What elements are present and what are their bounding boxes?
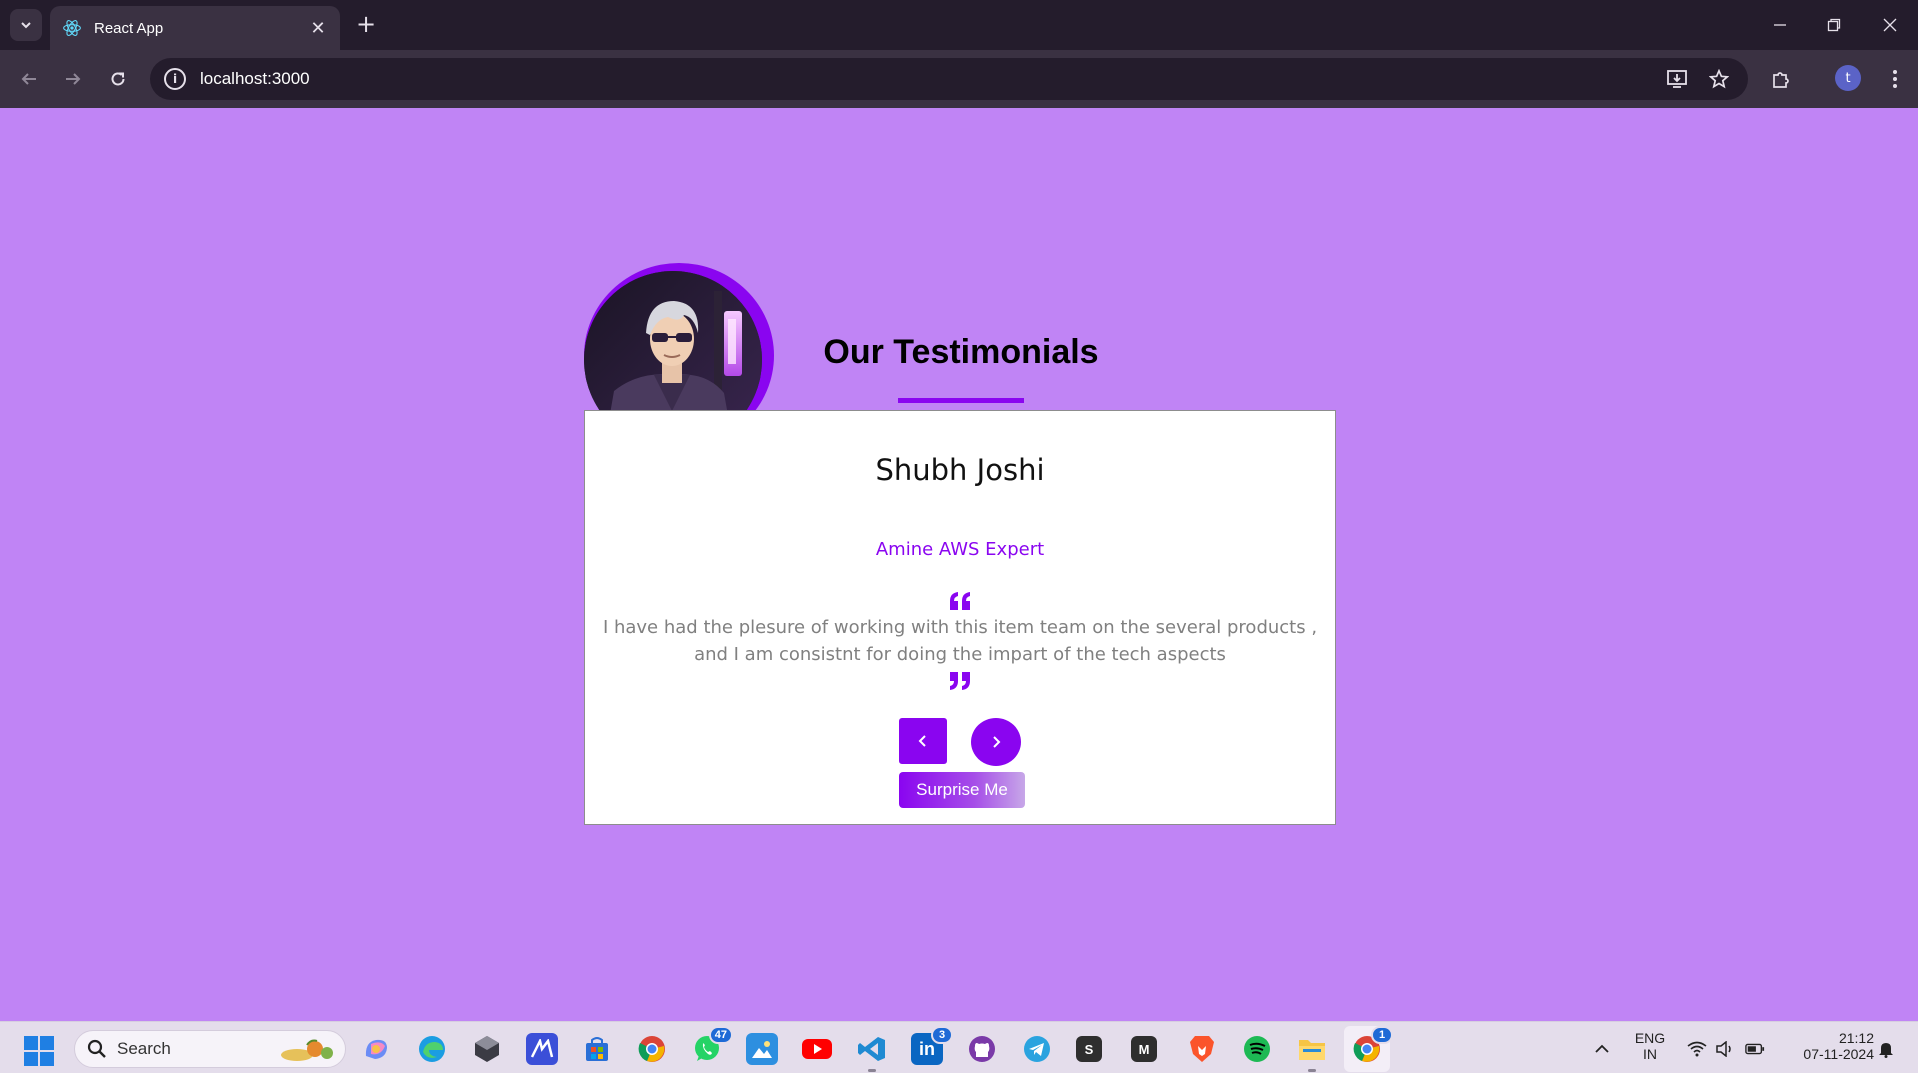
photos-icon[interactable] [746,1033,778,1065]
linkedin-badge: 3 [931,1026,953,1044]
close-icon [1883,18,1897,32]
restore-button[interactable] [1816,10,1852,40]
testimonial-card: Shubh Joshi Amine AWS Expert I have had … [584,410,1336,825]
section-heading: Our Testimonials [823,333,1099,371]
search-highlight-illustration [281,1039,333,1061]
extensions-button[interactable] [1766,64,1796,94]
heading-underline [898,398,1024,403]
search-label: Search [117,1039,171,1058]
whatsapp-icon[interactable]: 47 [691,1026,733,1065]
running-indicator [1308,1069,1316,1072]
arrow-left-icon [21,73,36,85]
install-icon [1667,70,1687,88]
next-button[interactable] [971,718,1021,766]
site-info-icon[interactable]: i [164,68,186,90]
surprise-me-button[interactable]: Surprise Me [899,772,1025,808]
close-tab-icon[interactable]: ✕ [308,18,328,39]
browser-toolbar: i localhost:3000 t [0,50,1918,108]
telegram-icon[interactable] [1021,1033,1053,1065]
github-icon[interactable] [966,1033,998,1065]
chevron-down-icon [21,22,31,29]
cube-app-icon[interactable] [471,1033,503,1065]
chrome-icon[interactable] [636,1033,668,1065]
copilot-icon[interactable] [360,1033,392,1065]
reload-button[interactable] [103,64,133,94]
windows-start-icon[interactable] [24,1036,54,1066]
store-icon[interactable] [581,1033,613,1065]
reload-icon [111,72,125,86]
wifi-icon[interactable] [1687,1040,1707,1058]
testimonial-role: Amine AWS Expert [875,539,1045,560]
spotify-icon[interactable] [1241,1033,1273,1065]
browser-tab-bar: React App ✕ + [0,0,1918,50]
puzzle-icon [1773,72,1789,88]
bookmark-button[interactable] [1704,64,1734,94]
tab-title: React App [94,19,164,37]
chrome-active-icon[interactable]: 1 [1351,1026,1393,1065]
search-icon [87,1039,106,1058]
clock[interactable]: 21:12 07-11-2024 [1782,1030,1874,1062]
url-text: localhost:3000 [200,69,310,88]
language-region: IN [1643,1046,1657,1062]
clock-date: 07-11-2024 [1803,1046,1874,1062]
address-bar[interactable]: i localhost:3000 [150,58,1748,100]
install-app-button[interactable] [1663,64,1693,94]
running-indicator [868,1069,876,1072]
quote-open-icon [950,592,970,610]
arrow-right-icon [66,73,81,85]
tab-search-button[interactable] [10,9,42,41]
restore-icon [1827,18,1841,32]
language-code: ENG [1634,1030,1666,1046]
forward-button[interactable] [58,64,88,94]
chrome-badge: 1 [1371,1026,1393,1044]
star-icon [1709,69,1729,89]
close-window-button[interactable] [1872,10,1908,40]
quote-close-icon [950,672,970,690]
taskbar: Search 47 in 3 S M 1 ENG IN 21:12 07-11-… [0,1021,1918,1073]
clock-time: 21:12 [1838,1030,1874,1046]
profile-avatar[interactable]: t [1835,65,1861,91]
microsoft-app-icon[interactable] [526,1033,558,1065]
more-vertical-icon [1893,70,1897,88]
brave-icon[interactable] [1186,1033,1218,1065]
testimonial-text: I have had the plesure of working with t… [602,617,1318,665]
minimize-icon [1774,24,1786,26]
s-app-icon[interactable]: S [1076,1036,1102,1062]
testimonial-name: Shubh Joshi [875,453,1045,487]
volume-icon[interactable] [1715,1040,1735,1058]
file-explorer-icon[interactable] [1296,1033,1328,1072]
new-tab-button[interactable]: + [352,10,380,38]
youtube-icon[interactable] [801,1033,833,1065]
chevron-right-icon [993,736,1001,748]
whatsapp-badge: 47 [708,1026,733,1044]
back-button[interactable] [14,64,44,94]
m-app-icon[interactable]: M [1131,1036,1157,1062]
tab-react-app[interactable]: React App ✕ [50,6,340,50]
menu-button[interactable] [1880,64,1910,94]
linkedin-icon[interactable]: in 3 [911,1026,953,1065]
bell-icon[interactable] [1876,1040,1896,1058]
minimize-button[interactable] [1762,10,1798,40]
chevron-left-icon [918,735,926,747]
taskbar-search[interactable]: Search [74,1030,346,1068]
chevron-up-icon[interactable] [1592,1040,1612,1058]
battery-icon[interactable] [1745,1040,1765,1058]
react-icon [63,20,81,36]
language-indicator[interactable]: ENG IN [1628,1030,1672,1062]
edge-icon[interactable] [416,1033,448,1065]
vscode-icon[interactable] [856,1033,888,1072]
testimonial-section: Our Testimonials Shubh Joshi Amine AWS E… [584,263,1336,825]
prev-button[interactable] [899,718,947,764]
